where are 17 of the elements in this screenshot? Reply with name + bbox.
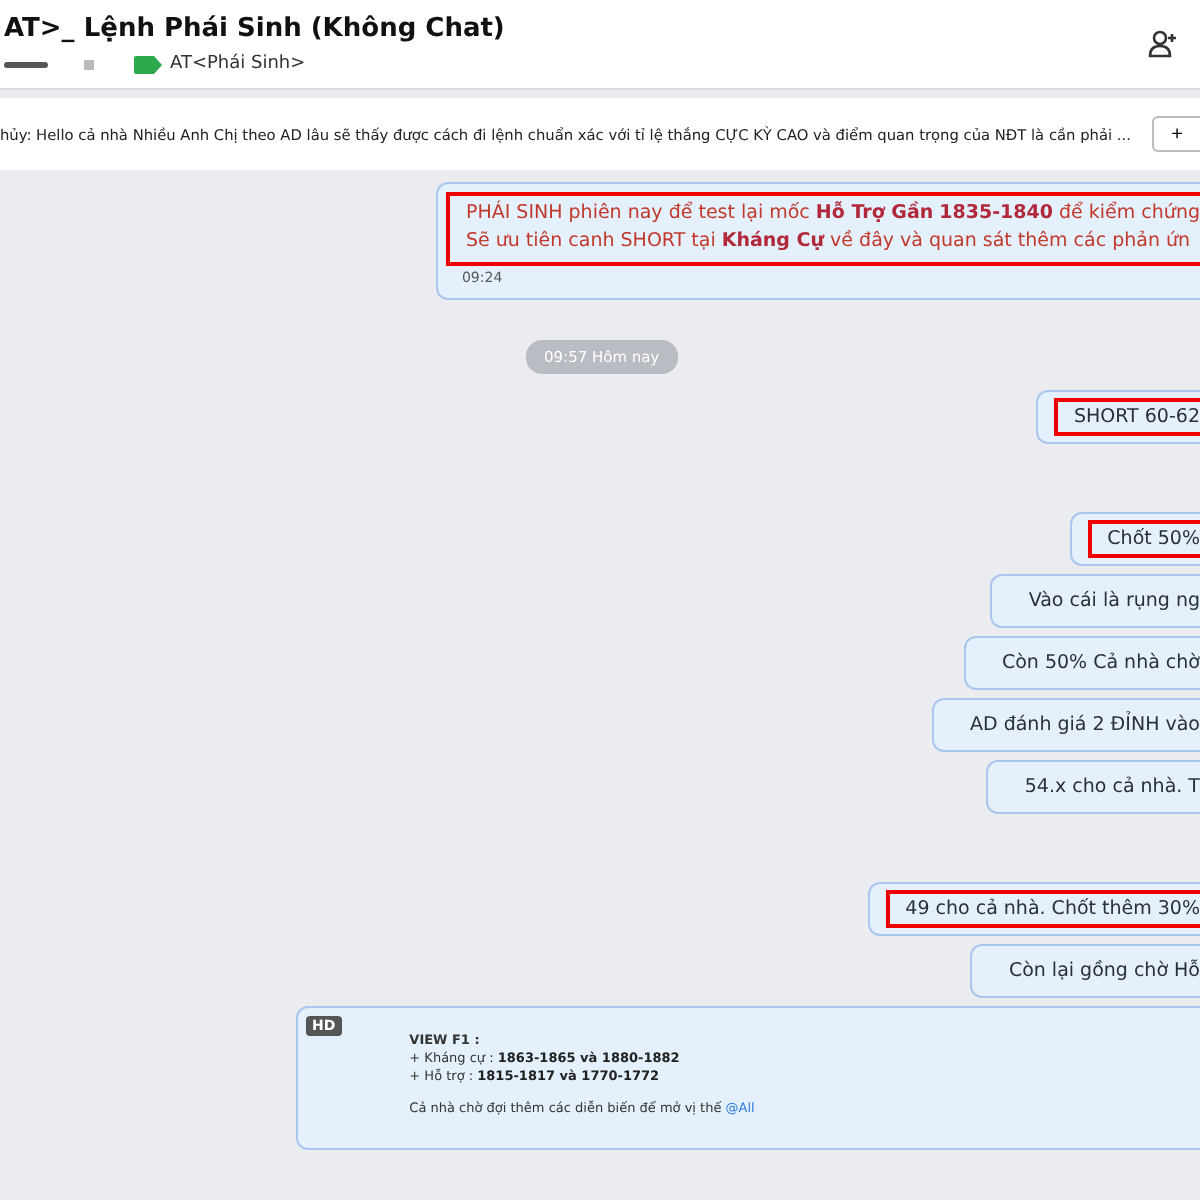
chat-title: AT>_ Lệnh Phái Sinh (Không Chat) xyxy=(4,14,505,44)
message-text: Còn 50% Cả nhà chờ xyxy=(1001,651,1200,673)
message-text: PHÁI SINH phiên nay để test lại mốc Hỗ Trợ Gần 1835-1840 để kiểm chứng xyxy=(465,200,1200,228)
expand-button[interactable]: + xyxy=(1152,116,1200,152)
tag-icon xyxy=(134,55,162,73)
message-text: Còn lại gồng chờ Hỗ xyxy=(1008,959,1200,981)
message-text: Chốt 50% xyxy=(1107,527,1200,549)
members-icon[interactable] xyxy=(1148,28,1180,60)
message-text: 49 cho cả nhà. Chốt thêm 30% xyxy=(905,897,1200,919)
message-text: Vào cái là rụng ng xyxy=(1028,589,1200,611)
square-icon xyxy=(84,59,94,69)
group-tag[interactable]: AT<Phái Sinh> xyxy=(170,54,306,74)
avatar-bar-icon xyxy=(4,61,48,67)
message-text: AD đánh giá 2 ĐỈNH vào xyxy=(969,713,1200,735)
message-text: 54.x cho cả nhà. T xyxy=(1024,775,1200,797)
message-text: Sẽ ưu tiên canh SHORT tại Kháng Cự về đây và quan sát thêm các phản ứn xyxy=(465,228,1193,257)
message-text: SHORT 60-62 xyxy=(1074,405,1200,427)
